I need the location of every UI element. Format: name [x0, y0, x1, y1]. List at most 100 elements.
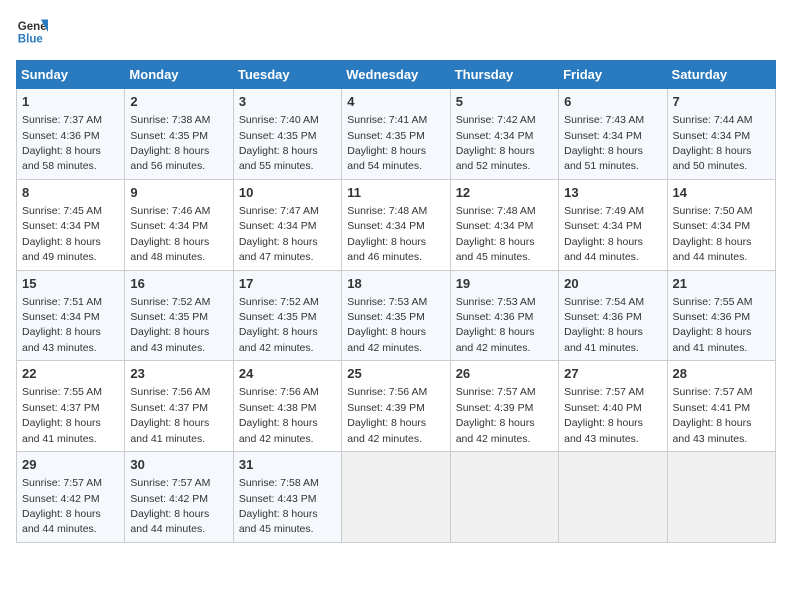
- cell-content: Sunrise: 7:42 AMSunset: 4:34 PMDaylight:…: [456, 114, 536, 172]
- day-number: 17: [239, 275, 336, 293]
- calendar-cell: 30Sunrise: 7:57 AMSunset: 4:42 PMDayligh…: [125, 452, 233, 543]
- cell-content: Sunrise: 7:57 AMSunset: 4:42 PMDaylight:…: [22, 477, 102, 535]
- day-number: 12: [456, 184, 553, 202]
- cell-content: Sunrise: 7:37 AMSunset: 4:36 PMDaylight:…: [22, 114, 102, 172]
- calendar-cell: 15 Sunrise: 7:51 AMSunset: 4:34 PMDayligh…: [17, 270, 125, 361]
- day-number: 26: [456, 365, 553, 383]
- calendar-cell: 5 Sunrise: 7:42 AMSunset: 4:34 PMDaylight…: [450, 89, 558, 180]
- calendar-cell: 20 Sunrise: 7:54 AMSunset: 4:36 PMDayligh…: [559, 270, 667, 361]
- cell-content: Sunrise: 7:48 AMSunset: 4:34 PMDaylight:…: [456, 205, 536, 263]
- calendar-cell: 29 Sunrise: 7:57 AMSunset: 4:42 PMDayligh…: [17, 452, 125, 543]
- calendar-week-row: 1 Sunrise: 7:37 AMSunset: 4:36 PMDaylight…: [17, 89, 776, 180]
- day-number: 16: [130, 275, 227, 293]
- calendar-cell: 9Sunrise: 7:46 AMSunset: 4:34 PMDaylight…: [125, 179, 233, 270]
- page-header: General Blue: [16, 16, 776, 48]
- calendar-body: 1 Sunrise: 7:37 AMSunset: 4:36 PMDaylight…: [17, 89, 776, 543]
- cell-content: Sunrise: 7:53 AMSunset: 4:36 PMDaylight:…: [456, 296, 536, 354]
- cell-content: Sunrise: 7:50 AMSunset: 4:34 PMDaylight:…: [673, 205, 753, 263]
- day-number: 13: [564, 184, 661, 202]
- calendar-cell: 11 Sunrise: 7:48 AMSunset: 4:34 PMDayligh…: [342, 179, 450, 270]
- day-number: 21: [673, 275, 770, 293]
- cell-content: Sunrise: 7:57 AMSunset: 4:39 PMDaylight:…: [456, 386, 536, 444]
- cell-content: Sunrise: 7:51 AMSunset: 4:34 PMDaylight:…: [22, 296, 102, 354]
- calendar-cell: 6 Sunrise: 7:43 AMSunset: 4:34 PMDaylight…: [559, 89, 667, 180]
- calendar-cell: 1 Sunrise: 7:37 AMSunset: 4:36 PMDaylight…: [17, 89, 125, 180]
- calendar-cell: 23 Sunrise: 7:56 AMSunset: 4:37 PMDayligh…: [125, 361, 233, 452]
- calendar-cell: 16Sunrise: 7:52 AMSunset: 4:35 PMDayligh…: [125, 270, 233, 361]
- cell-content: Sunrise: 7:52 AMSunset: 4:35 PMDaylight:…: [239, 296, 319, 354]
- day-of-week-header: Thursday: [450, 61, 558, 89]
- calendar-cell: 4 Sunrise: 7:41 AMSunset: 4:35 PMDaylight…: [342, 89, 450, 180]
- day-of-week-header: Tuesday: [233, 61, 341, 89]
- day-of-week-header: Saturday: [667, 61, 775, 89]
- calendar-header-row: SundayMondayTuesdayWednesdayThursdayFrid…: [17, 61, 776, 89]
- day-of-week-header: Wednesday: [342, 61, 450, 89]
- cell-content: Sunrise: 7:56 AMSunset: 4:39 PMDaylight:…: [347, 386, 427, 444]
- day-number: 14: [673, 184, 770, 202]
- cell-content: Sunrise: 7:38 AMSunset: 4:35 PMDaylight:…: [130, 114, 210, 172]
- day-number: 25: [347, 365, 444, 383]
- cell-content: Sunrise: 7:44 AMSunset: 4:34 PMDaylight:…: [673, 114, 753, 172]
- calendar-cell: [450, 452, 558, 543]
- calendar-cell: [559, 452, 667, 543]
- calendar-table: SundayMondayTuesdayWednesdayThursdayFrid…: [16, 60, 776, 543]
- calendar-cell: [667, 452, 775, 543]
- calendar-cell: 8 Sunrise: 7:45 AMSunset: 4:34 PMDaylight…: [17, 179, 125, 270]
- day-of-week-header: Friday: [559, 61, 667, 89]
- calendar-cell: 22 Sunrise: 7:55 AMSunset: 4:37 PMDayligh…: [17, 361, 125, 452]
- day-of-week-header: Sunday: [17, 61, 125, 89]
- day-number: 15: [22, 275, 119, 293]
- cell-content: Sunrise: 7:47 AMSunset: 4:34 PMDaylight:…: [239, 205, 319, 263]
- cell-content: Sunrise: 7:58 AMSunset: 4:43 PMDaylight:…: [239, 477, 319, 535]
- calendar-cell: 7 Sunrise: 7:44 AMSunset: 4:34 PMDaylight…: [667, 89, 775, 180]
- day-number: 11: [347, 184, 444, 202]
- cell-content: Sunrise: 7:41 AMSunset: 4:35 PMDaylight:…: [347, 114, 427, 172]
- cell-content: Sunrise: 7:57 AMSunset: 4:41 PMDaylight:…: [673, 386, 753, 444]
- day-number: 29: [22, 456, 119, 474]
- calendar-cell: 31 Sunrise: 7:58 AMSunset: 4:43 PMDayligh…: [233, 452, 341, 543]
- cell-content: Sunrise: 7:55 AMSunset: 4:37 PMDaylight:…: [22, 386, 102, 444]
- day-number: 20: [564, 275, 661, 293]
- cell-content: Sunrise: 7:57 AMSunset: 4:40 PMDaylight:…: [564, 386, 644, 444]
- calendar-cell: 3 Sunrise: 7:40 AMSunset: 4:35 PMDaylight…: [233, 89, 341, 180]
- day-number: 24: [239, 365, 336, 383]
- calendar-week-row: 8 Sunrise: 7:45 AMSunset: 4:34 PMDaylight…: [17, 179, 776, 270]
- day-number: 7: [673, 93, 770, 111]
- cell-content: Sunrise: 7:53 AMSunset: 4:35 PMDaylight:…: [347, 296, 427, 354]
- logo: General Blue: [16, 16, 48, 48]
- calendar-cell: 13Sunrise: 7:49 AMSunset: 4:34 PMDayligh…: [559, 179, 667, 270]
- cell-content: Sunrise: 7:45 AMSunset: 4:34 PMDaylight:…: [22, 205, 102, 263]
- cell-content: Sunrise: 7:56 AMSunset: 4:37 PMDaylight:…: [130, 386, 210, 444]
- cell-content: Sunrise: 7:54 AMSunset: 4:36 PMDaylight:…: [564, 296, 644, 354]
- day-number: 23: [130, 365, 227, 383]
- day-number: 31: [239, 456, 336, 474]
- cell-content: Sunrise: 7:57 AMSunset: 4:42 PMDaylight:…: [130, 477, 210, 535]
- day-number: 28: [673, 365, 770, 383]
- calendar-cell: 25 Sunrise: 7:56 AMSunset: 4:39 PMDayligh…: [342, 361, 450, 452]
- day-number: 4: [347, 93, 444, 111]
- calendar-week-row: 22 Sunrise: 7:55 AMSunset: 4:37 PMDayligh…: [17, 361, 776, 452]
- day-number: 5: [456, 93, 553, 111]
- day-number: 6: [564, 93, 661, 111]
- day-number: 27: [564, 365, 661, 383]
- calendar-cell: 2Sunrise: 7:38 AMSunset: 4:35 PMDaylight…: [125, 89, 233, 180]
- day-number: 3: [239, 93, 336, 111]
- calendar-week-row: 15 Sunrise: 7:51 AMSunset: 4:34 PMDayligh…: [17, 270, 776, 361]
- day-number: 19: [456, 275, 553, 293]
- calendar-cell: 14 Sunrise: 7:50 AMSunset: 4:34 PMDayligh…: [667, 179, 775, 270]
- calendar-cell: 18Sunrise: 7:53 AMSunset: 4:35 PMDayligh…: [342, 270, 450, 361]
- calendar-cell: 19 Sunrise: 7:53 AMSunset: 4:36 PMDayligh…: [450, 270, 558, 361]
- calendar-cell: 10 Sunrise: 7:47 AMSunset: 4:34 PMDayligh…: [233, 179, 341, 270]
- day-number: 8: [22, 184, 119, 202]
- calendar-cell: 27 Sunrise: 7:57 AMSunset: 4:40 PMDayligh…: [559, 361, 667, 452]
- cell-content: Sunrise: 7:40 AMSunset: 4:35 PMDaylight:…: [239, 114, 319, 172]
- day-of-week-header: Monday: [125, 61, 233, 89]
- day-number: 22: [22, 365, 119, 383]
- cell-content: Sunrise: 7:48 AMSunset: 4:34 PMDaylight:…: [347, 205, 427, 263]
- calendar-cell: [342, 452, 450, 543]
- day-number: 1: [22, 93, 119, 111]
- day-number: 10: [239, 184, 336, 202]
- calendar-week-row: 29 Sunrise: 7:57 AMSunset: 4:42 PMDayligh…: [17, 452, 776, 543]
- day-number: 9: [130, 184, 227, 202]
- cell-content: Sunrise: 7:43 AMSunset: 4:34 PMDaylight:…: [564, 114, 644, 172]
